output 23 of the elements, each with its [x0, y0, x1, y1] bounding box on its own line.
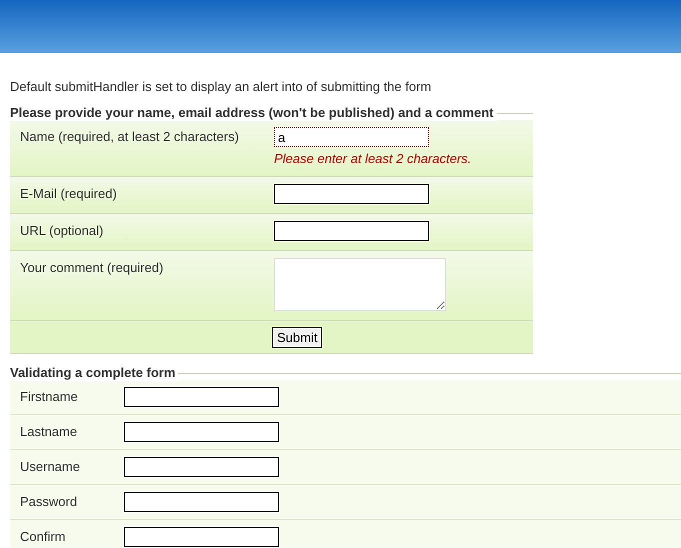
text-field[interactable]	[274, 221, 429, 241]
field-label: E-Mail (required)	[20, 185, 118, 203]
field-label: Lastname	[20, 423, 78, 441]
intro-text: Default submitHandler is set to display an alert into of submitting the form	[10, 79, 432, 95]
field-label: URL (optional)	[20, 222, 104, 240]
text-field[interactable]	[124, 527, 279, 547]
text-field[interactable]	[124, 422, 279, 442]
field-label: Username	[20, 458, 81, 476]
text-field[interactable]	[124, 457, 279, 477]
text-field[interactable]: a	[274, 127, 429, 147]
field-label: Name (required, at least 2 characters)	[20, 128, 240, 146]
error-message: Please enter at least 2 characters.	[274, 151, 472, 167]
field-label: Password	[20, 493, 78, 511]
field-label: Confirm	[20, 528, 67, 546]
field-label: Firstname	[20, 388, 79, 406]
text-field[interactable]	[124, 387, 279, 407]
submit-button[interactable]: Submit	[272, 327, 322, 348]
field-label: Your comment (required)	[20, 259, 164, 277]
form-legend: Please provide your name, email address (won't be published) and a comment	[10, 105, 496, 121]
text-field[interactable]	[274, 184, 429, 204]
form-legend: Validating a complete form	[10, 365, 178, 381]
comment-field[interactable]	[274, 258, 446, 311]
text-field[interactable]	[124, 492, 279, 512]
